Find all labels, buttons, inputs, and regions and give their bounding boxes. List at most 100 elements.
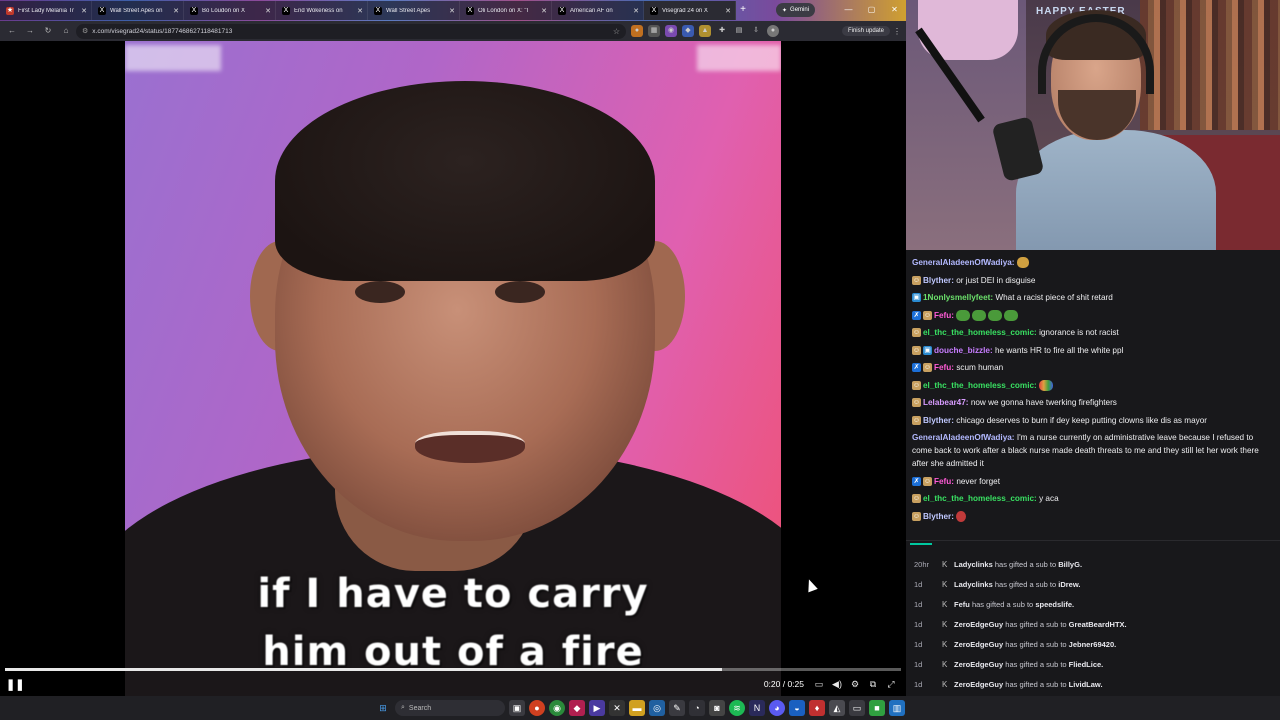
url-bar[interactable]: ⚙ x.com/visegrad24/status/18774686271184…	[76, 23, 626, 39]
chat-username[interactable]: el_thc_the_homeless_comic	[923, 328, 1034, 337]
volume-icon[interactable]: ◀)	[828, 679, 846, 690]
chat-username[interactable]: Fefu	[934, 311, 951, 320]
chat-username[interactable]: Fefu	[934, 477, 951, 486]
tab-close-icon[interactable]: ✕	[541, 7, 547, 15]
sub-badge-icon[interactable]: ☺	[912, 345, 921, 355]
browser-tab[interactable]: X Bo Loudon on X ✕	[184, 1, 276, 20]
chat-username[interactable]: GeneralAladeenOfWadiya	[912, 258, 1012, 267]
puzzle-icon[interactable]: ✚	[716, 25, 728, 37]
fullscreen-icon[interactable]: ⤢	[882, 679, 900, 690]
forward-icon[interactable]: →	[22, 23, 38, 39]
sub-time: 1d	[914, 639, 923, 649]
tab-close-icon[interactable]: ✕	[633, 7, 639, 15]
captions-icon[interactable]: ▭	[810, 679, 828, 690]
sub-badge-icon[interactable]: ☺	[923, 363, 932, 372]
chat-username[interactable]: Blyther	[923, 512, 951, 521]
browser-tab[interactable]: X Wall Street Apes ✕	[368, 1, 460, 20]
video-player[interactable]: if I have to carry him out of a fire ❚❚ …	[0, 41, 906, 696]
chat-username[interactable]: Lelabear47	[923, 398, 966, 407]
app-icon[interactable]: ◆	[569, 700, 585, 716]
extension-icon[interactable]: ◆	[682, 25, 694, 37]
tab-close-icon[interactable]: ✕	[81, 7, 87, 15]
extension-icon[interactable]: ▦	[648, 25, 660, 37]
app-icon[interactable]: ▶	[589, 700, 605, 716]
sub-badge-icon[interactable]: ☺	[912, 398, 921, 407]
app-icon[interactable]: ✕	[609, 700, 625, 716]
sub-badge-icon[interactable]: ☺	[912, 328, 921, 337]
firefox-icon[interactable]: ●	[529, 700, 545, 716]
app-icon[interactable]: ▥	[889, 700, 905, 716]
chat-username[interactable]: Fefu	[934, 363, 951, 372]
pause-icon[interactable]: ❚❚	[6, 678, 24, 691]
browser-tab[interactable]: X Visegrád 24 on X ✕	[644, 1, 736, 20]
browser-tab[interactable]: X End Wokeness on ✕	[276, 1, 368, 20]
sub-badge-icon[interactable]: ☺	[923, 310, 932, 320]
chat-username[interactable]: douche_bizzle	[934, 346, 990, 355]
cube-badge-icon[interactable]: ▣	[923, 345, 932, 355]
prime-badge-icon[interactable]: ✗	[912, 363, 921, 372]
chat-username[interactable]: 1Nonlysmellyfeet	[923, 293, 990, 302]
bookmark-star-icon[interactable]: ☆	[613, 27, 620, 36]
menu-kebab-icon[interactable]: ⋮	[892, 27, 902, 36]
browser-tab[interactable]: ★ First Lady Melania Tr ✕	[0, 1, 92, 20]
app-icon[interactable]: ◭	[829, 700, 845, 716]
minimize-icon[interactable]: —	[837, 0, 860, 21]
prime-badge-icon[interactable]: ✗	[912, 310, 921, 320]
discord-icon[interactable]: ◕	[769, 700, 785, 716]
maximize-icon[interactable]: ▢	[860, 0, 883, 21]
task-view-icon[interactable]: ▣	[509, 700, 525, 716]
tab-close-icon[interactable]: ✕	[265, 7, 271, 15]
tab-close-icon[interactable]: ✕	[725, 7, 731, 15]
sub-badge-icon[interactable]: ☺	[912, 380, 921, 390]
home-icon[interactable]: ⌂	[58, 23, 74, 39]
app-icon[interactable]: ◒	[789, 700, 805, 716]
new-tab-button[interactable]: +	[736, 0, 750, 21]
browser-tab[interactable]: X Wall Street Apes on ✕	[92, 1, 184, 20]
tab-close-icon[interactable]: ✕	[173, 7, 179, 15]
extension-icon[interactable]: ▲	[699, 25, 711, 37]
tab-close-icon[interactable]: ✕	[449, 7, 455, 15]
chrome-icon[interactable]: ◉	[549, 700, 565, 716]
reload-icon[interactable]: ↻	[40, 23, 56, 39]
app-icon[interactable]: ✎	[669, 700, 685, 716]
avatar[interactable]: ●	[767, 25, 779, 37]
settings-gear-icon[interactable]: ⚙	[846, 679, 864, 690]
site-info-icon[interactable]: ⚙	[82, 27, 88, 35]
sub-badge-icon[interactable]: ☺	[912, 511, 921, 521]
chat-username[interactable]: el_thc_the_homeless_comic	[923, 381, 1034, 390]
tab-close-icon[interactable]: ✕	[357, 7, 363, 15]
app-icon[interactable]: ◔	[689, 700, 705, 716]
finish-update-button[interactable]: Finish update	[841, 26, 890, 36]
back-icon[interactable]: ←	[4, 23, 20, 39]
taskbar-search[interactable]: ⌕ Search	[395, 700, 505, 716]
app-icon[interactable]: ▭	[849, 700, 865, 716]
download-icon[interactable]: ⇩	[750, 25, 762, 37]
app-icon[interactable]: ■	[869, 700, 885, 716]
chat-username[interactable]: Blyther	[923, 276, 951, 285]
sub-badge-icon[interactable]: ☺	[912, 494, 921, 503]
chat-username[interactable]: GeneralAladeenOfWadiya	[912, 433, 1012, 442]
sub-badge-icon[interactable]: ☺	[912, 415, 921, 425]
chat-username[interactable]: el_thc_the_homeless_comic	[923, 494, 1034, 503]
extension-icon[interactable]: ●	[631, 25, 643, 37]
folder-icon[interactable]: ▬	[629, 700, 645, 716]
app-icon[interactable]: N	[749, 700, 765, 716]
sidebar-icon[interactable]: ▤	[733, 25, 745, 37]
pip-icon[interactable]: ⧉	[864, 679, 882, 690]
close-window-icon[interactable]: ✕	[883, 0, 906, 21]
sub-badge-icon[interactable]: ☺	[923, 476, 932, 486]
spotify-icon[interactable]: ≋	[729, 700, 745, 716]
gemini-button[interactable]: ✦ Gemini	[776, 3, 816, 17]
prime-badge-icon[interactable]: ✗	[912, 476, 921, 486]
seek-bar[interactable]	[5, 668, 901, 671]
windows-start-icon[interactable]: ⊞	[375, 700, 391, 716]
steam-icon[interactable]: ◎	[649, 700, 665, 716]
browser-tab[interactable]: X American AF on ✕	[552, 1, 644, 20]
cube-badge-icon[interactable]: ▣	[912, 293, 921, 302]
extension-icon[interactable]: ◉	[665, 25, 677, 37]
sub-badge-icon[interactable]: ☺	[912, 275, 921, 285]
chat-username[interactable]: Blyther	[923, 416, 951, 425]
obs-icon[interactable]: ◙	[709, 700, 725, 716]
app-icon[interactable]: ♦	[809, 700, 825, 716]
browser-tab[interactable]: X Oli London on X: "I ✕	[460, 1, 552, 20]
